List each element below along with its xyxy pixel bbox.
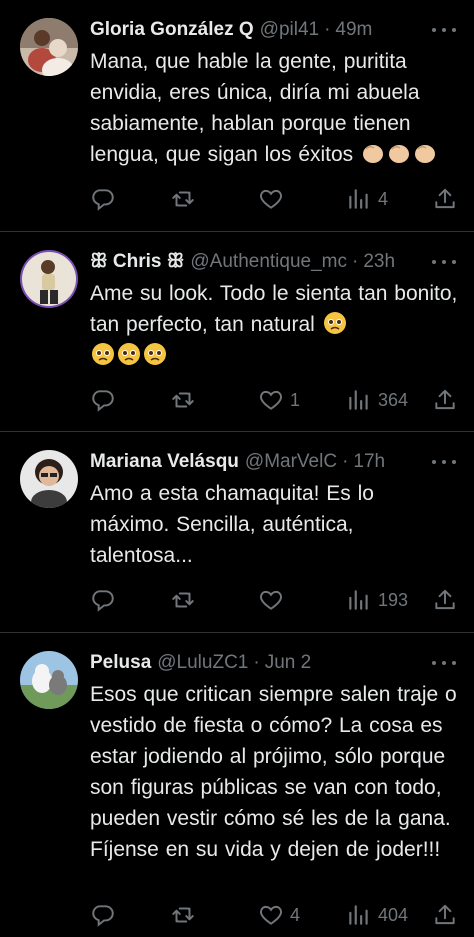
display-name[interactable]: Pelusa xyxy=(90,651,151,675)
share-icon xyxy=(435,904,455,925)
like-button[interactable] xyxy=(258,587,290,613)
retweet-icon xyxy=(172,191,194,207)
more-icon[interactable] xyxy=(432,454,456,470)
views-icon xyxy=(349,590,368,610)
timestamp[interactable]: Jun 2 xyxy=(265,651,311,675)
like-icon xyxy=(260,590,282,610)
action-bar: 1 364 xyxy=(88,385,458,415)
clapping-hands-emoji xyxy=(412,143,438,166)
tweet-text: Amo a esta chamaquita! Es lo máximo. Sen… xyxy=(90,482,374,567)
tweet[interactable]: Mariana Velásqu @MarVelC · 17h Amo a est… xyxy=(0,432,474,633)
reply-icon xyxy=(92,905,114,927)
like-icon xyxy=(260,390,282,410)
views-button[interactable]: 4 xyxy=(346,186,388,212)
tweet[interactable]: ꕥ Chris ꕥ @Authentique_mc · 23h Ame su l… xyxy=(0,232,474,432)
action-bar: 4 xyxy=(88,184,458,214)
avatar[interactable] xyxy=(20,651,78,709)
pleading-face-emoji xyxy=(90,343,116,367)
more-icon[interactable] xyxy=(432,22,456,38)
clapping-hands-emoji xyxy=(360,143,386,166)
views-button[interactable]: 364 xyxy=(346,387,408,413)
tweet-header: Mariana Velásqu @MarVelC · 17h xyxy=(90,448,458,476)
share-button[interactable] xyxy=(432,902,458,928)
avatar[interactable] xyxy=(20,250,78,308)
share-button[interactable] xyxy=(432,587,458,613)
views-icon xyxy=(349,905,368,925)
views-icon xyxy=(349,390,368,410)
share-icon xyxy=(435,188,455,209)
like-icon xyxy=(260,189,282,209)
share-button[interactable] xyxy=(432,186,458,212)
tweet-text: Esos que critican siempre salen traje o … xyxy=(90,683,457,861)
tweet-text: Mana, que hable la gente, puritita envid… xyxy=(90,46,458,170)
timestamp[interactable]: 23h xyxy=(363,250,395,274)
user-handle[interactable]: @pil41 xyxy=(260,18,319,42)
separator-dot: · xyxy=(342,451,349,472)
clapping-hands-emoji xyxy=(386,143,412,166)
retweet-button[interactable] xyxy=(170,587,202,613)
reply-button[interactable] xyxy=(90,902,122,928)
user-handle[interactable]: @Authentique_mc xyxy=(190,250,347,274)
timestamp[interactable]: 17h xyxy=(353,450,385,474)
retweet-icon xyxy=(172,392,194,408)
share-icon xyxy=(435,589,455,610)
reply-button[interactable] xyxy=(90,587,122,613)
pleading-face-emoji xyxy=(322,312,348,336)
reply-button[interactable] xyxy=(90,387,122,413)
avatar[interactable] xyxy=(20,450,78,508)
tweet-header: Pelusa @LuluZC1 · Jun 2 xyxy=(90,649,458,677)
reply-button[interactable] xyxy=(90,186,122,212)
separator-dot: · xyxy=(253,652,260,673)
reply-icon xyxy=(92,189,114,211)
tweet[interactable]: Pelusa @LuluZC1 · Jun 2 Esos que critica… xyxy=(0,633,474,937)
timestamp[interactable]: 49m xyxy=(335,18,372,42)
action-bar: 193 xyxy=(88,585,458,615)
like-icon xyxy=(260,905,282,925)
views-button[interactable]: 193 xyxy=(346,587,408,613)
retweet-button[interactable] xyxy=(170,902,202,928)
avatar[interactable] xyxy=(20,18,78,76)
more-icon[interactable] xyxy=(432,254,456,270)
share-icon xyxy=(435,389,455,410)
tweet-header: Gloria González Q @pil41 · 49m xyxy=(90,16,458,44)
retweet-icon xyxy=(172,907,194,923)
tweet-text: Ame su look. Todo le sienta tan bonito, … xyxy=(90,278,458,371)
pleading-face-emoji xyxy=(116,343,142,367)
separator-dot: · xyxy=(352,251,359,272)
reply-icon xyxy=(92,390,114,412)
retweet-icon xyxy=(172,592,194,608)
reply-icon xyxy=(92,590,114,612)
retweet-button[interactable] xyxy=(170,387,202,413)
action-bar: 4 404 xyxy=(88,900,458,930)
views-icon xyxy=(349,189,368,209)
display-name[interactable]: Mariana Velásqu xyxy=(90,450,239,474)
display-name[interactable]: Gloria González Q xyxy=(90,18,254,42)
like-button[interactable]: 1 xyxy=(258,387,300,413)
share-button[interactable] xyxy=(432,387,458,413)
separator-dot: · xyxy=(324,19,331,40)
tweet-header: ꕥ Chris ꕥ @Authentique_mc · 23h xyxy=(90,248,458,276)
pleading-face-emoji xyxy=(142,343,168,367)
display-name[interactable]: ꕥ Chris ꕥ xyxy=(90,250,184,274)
retweet-button[interactable] xyxy=(170,186,202,212)
like-button[interactable] xyxy=(258,186,290,212)
tweet[interactable]: Gloria González Q @pil41 · 49m Mana, que… xyxy=(0,0,474,232)
views-button[interactable]: 404 xyxy=(346,902,408,928)
more-icon[interactable] xyxy=(432,655,456,671)
like-button[interactable]: 4 xyxy=(258,902,300,928)
user-handle[interactable]: @MarVelC xyxy=(245,450,337,474)
user-handle[interactable]: @LuluZC1 xyxy=(157,651,248,675)
